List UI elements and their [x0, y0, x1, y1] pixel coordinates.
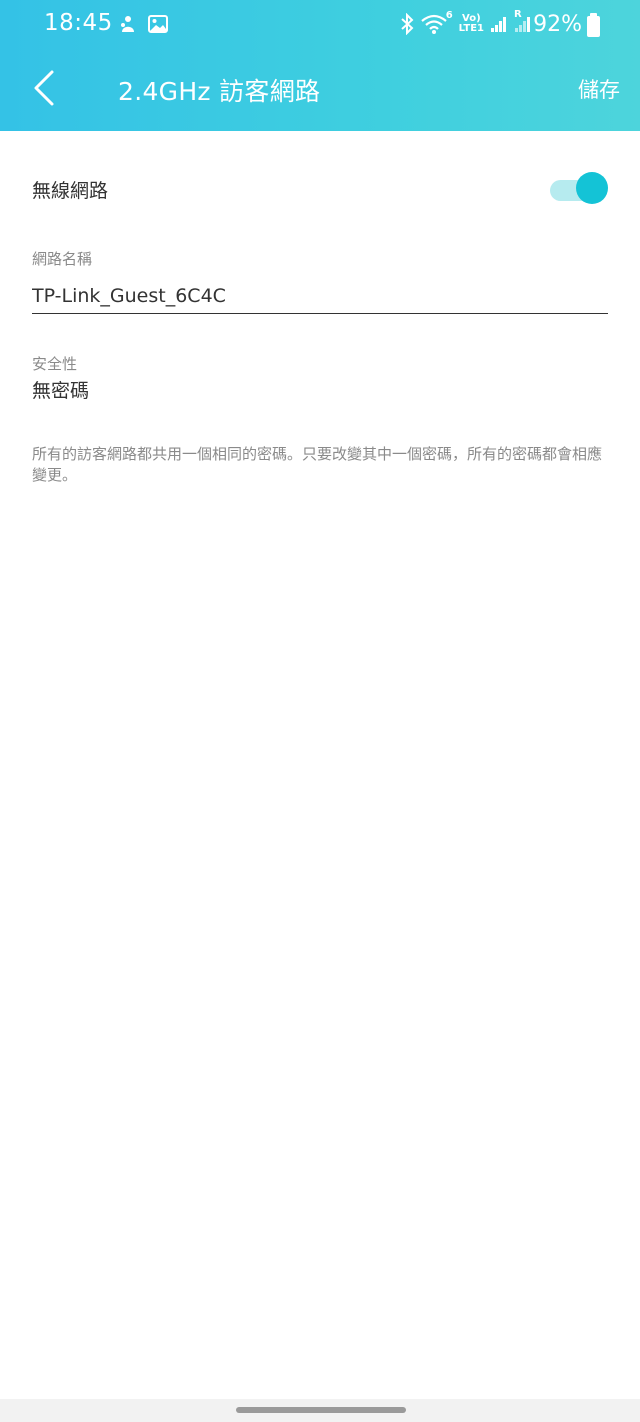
- security-label: 安全性: [32, 355, 78, 373]
- wifi-icon: 6: [420, 10, 453, 34]
- status-bar: 18:45 6 Vo) LTE1 R 92%: [0, 0, 640, 44]
- system-nav-bar: [0, 1399, 640, 1422]
- wireless-network-label: 無線網路: [32, 180, 109, 202]
- signal-icon: [490, 15, 508, 33]
- roaming-badge: R: [514, 9, 522, 20]
- wireless-network-toggle[interactable]: [550, 172, 608, 206]
- page-title: 2.4GHz 訪客網路: [118, 77, 321, 106]
- header: 18:45 6 Vo) LTE1 R 92% 2.4GHz 訪客網路 儲存: [0, 0, 640, 131]
- battery-percent: 92%: [533, 12, 582, 37]
- toggle-thumb: [576, 172, 608, 204]
- mascot-notification-icon: [118, 14, 138, 34]
- chevron-left-icon: [34, 70, 54, 106]
- status-left-icons: [118, 14, 168, 34]
- app-bar: 2.4GHz 訪客網路 儲存: [0, 44, 640, 131]
- signal-roaming-icon: R: [514, 9, 532, 33]
- wifi-badge: 6: [445, 10, 453, 21]
- status-right-icons: 6 Vo) LTE1 R: [399, 9, 532, 35]
- security-value[interactable]: 無密碼: [32, 376, 89, 403]
- ssid-label: 網路名稱: [32, 250, 93, 268]
- ssid-input[interactable]: [32, 278, 608, 314]
- bluetooth-icon: [399, 13, 415, 35]
- home-indicator[interactable]: [236, 1407, 406, 1413]
- save-button[interactable]: 儲存: [578, 74, 620, 104]
- battery-icon: [587, 13, 600, 37]
- wireless-network-row: 無線網路: [32, 168, 608, 210]
- shared-password-note: 所有的訪客網路都共用一個相同的密碼。只要改變其中一個密碼，所有的密碼都會相應變更…: [32, 445, 603, 484]
- status-time: 18:45: [44, 10, 113, 36]
- gallery-icon: [148, 15, 168, 33]
- back-button[interactable]: [24, 64, 68, 112]
- network-type-label: Vo) LTE1: [459, 14, 484, 34]
- network-bottom-label: LTE1: [458, 23, 484, 34]
